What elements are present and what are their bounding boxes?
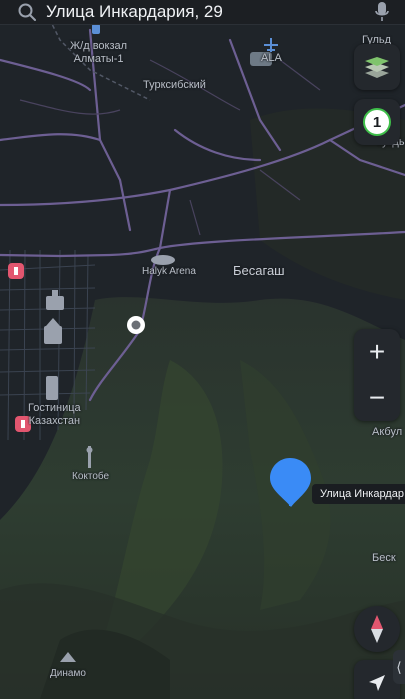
label-halyk-arena: Halyk Arena [142, 266, 196, 277]
label-turksib-district: Турксибский [143, 79, 206, 91]
zoom-out-button[interactable]: − [354, 375, 400, 421]
label-airport: ALA [261, 52, 282, 64]
label-koktobe: Коктобе [72, 471, 110, 482]
label-besk: Беск [372, 552, 396, 564]
zoom-controls: + − [354, 329, 400, 421]
layers-button[interactable] [354, 44, 400, 90]
compass-button[interactable] [354, 606, 400, 652]
search-bar[interactable]: Улица Инкардария, 29 [0, 0, 405, 25]
label-hotel-kazakhstan: Гостиница Казахстан [28, 402, 81, 427]
label-dinamo: Динамо [50, 668, 86, 679]
label-akbulak: Акбул [372, 426, 403, 438]
zoom-in-button[interactable]: + [354, 329, 400, 375]
pin-label[interactable]: Улица Инкардар [312, 484, 405, 504]
label-besagash: Бесагаш [233, 263, 285, 278]
map-screen: Ж/д вокзал Алматы-1 ALA Турксибский Гуль… [0, 0, 405, 699]
label-railway-station: Ж/д вокзал Алматы-1 [70, 40, 128, 65]
microphone-icon[interactable] [371, 1, 393, 23]
compass-icon [371, 615, 383, 643]
side-panel-handle[interactable]: ⟨ [393, 650, 405, 684]
map-canvas[interactable] [0, 0, 405, 699]
traffic-button[interactable]: 1 [354, 99, 400, 145]
location-arrow-icon [369, 675, 385, 691]
search-icon [16, 1, 38, 23]
traffic-level-badge: 1 [363, 108, 391, 136]
layers-icon [365, 57, 389, 78]
search-query[interactable]: Улица Инкардария, 29 [46, 2, 371, 22]
